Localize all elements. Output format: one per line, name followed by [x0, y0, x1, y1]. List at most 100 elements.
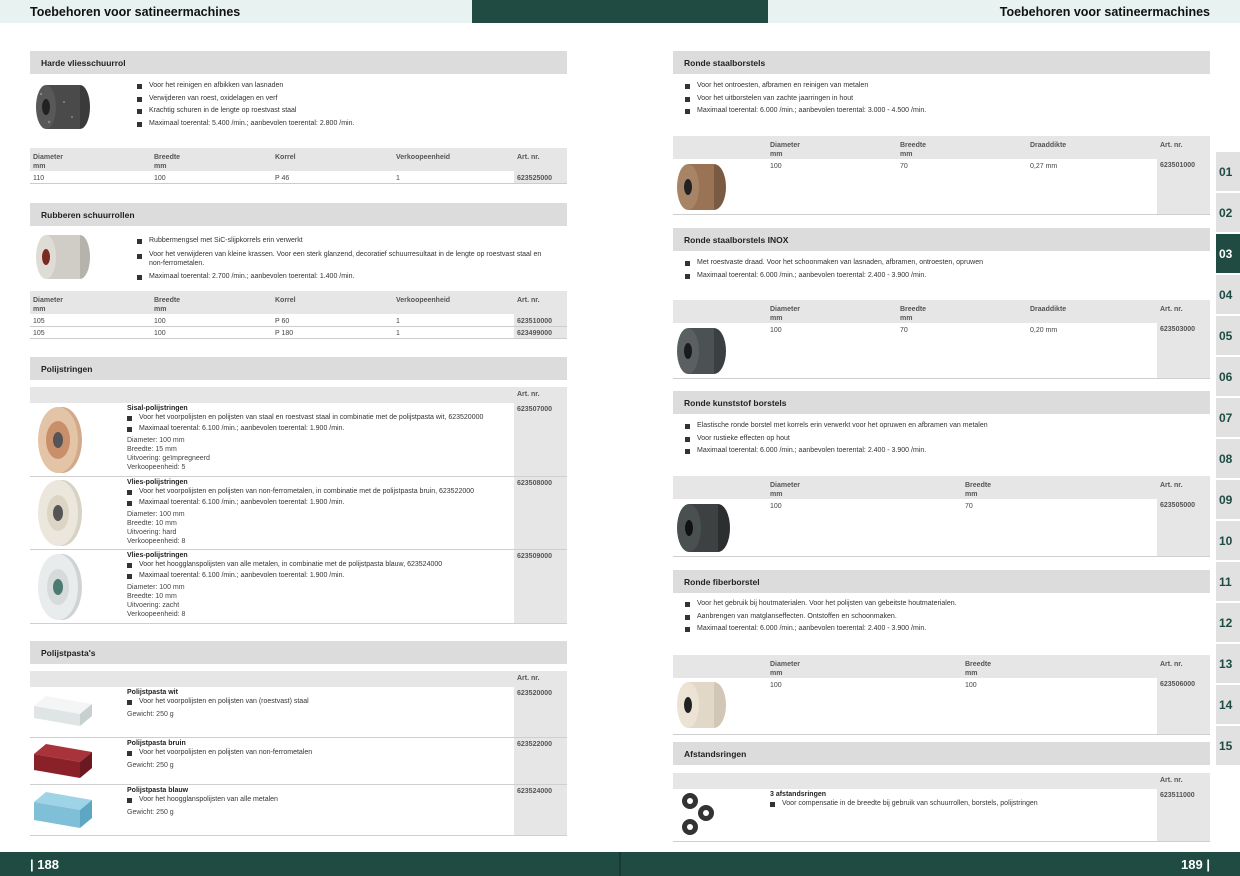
rubber-roll-image — [36, 235, 90, 279]
section-title-harde-vliesschuurrol: Harde vliesschuurrol — [30, 51, 567, 74]
row-divider — [673, 734, 1210, 735]
product-polijstpasta-wit: Polijstpasta wit Voor het voorpolijsten … — [127, 689, 512, 719]
art-nr: 623508000 — [517, 480, 553, 487]
feature-bullet: Maximaal toerental: 5.400 /min.; aanbevo… — [137, 118, 557, 131]
chapter-tab-09[interactable]: 09 — [1216, 480, 1240, 519]
afstandsringen-image — [682, 793, 714, 835]
section-title-ronde-fiberborstel: Ronde fiberborstel — [673, 570, 1210, 593]
row-divider — [30, 784, 567, 785]
polijstpasta-bruin-image — [34, 744, 92, 778]
feature-bullet: Voor het verwijderen van kleine krassen.… — [137, 250, 557, 268]
page-header: Toebehoren voor satineermachines Toebeho… — [0, 0, 1240, 23]
col-diameter-unit: mm — [33, 163, 46, 170]
staalborstel-image — [677, 164, 726, 210]
product-vlies-polijstringen-zacht: Vlies-polijstringen Voor het hoogglanspo… — [127, 552, 512, 619]
col-breedte-unit: mm — [154, 163, 167, 170]
chapter-tab-15[interactable]: 15 — [1216, 726, 1240, 765]
chapter-tab-01[interactable]: 01 — [1216, 152, 1240, 191]
rubber-features: Rubbermengsel met SiC-slijpkorrels erin … — [137, 235, 557, 283]
vlies-ring-hard-image — [38, 480, 82, 546]
row-divider — [30, 835, 567, 836]
section-title-ronde-staalborstels-inox: Ronde staalborstels INOX — [673, 228, 1210, 251]
art-nr: 623525000 — [517, 175, 553, 182]
row-divider — [673, 841, 1210, 842]
row-divider — [30, 737, 567, 738]
chapter-tab-11[interactable]: 11 — [1216, 562, 1240, 601]
row-divider — [673, 556, 1210, 557]
polijstpasta-blauw-image — [34, 792, 92, 828]
chapter-tab-08[interactable]: 08 — [1216, 439, 1240, 478]
product-vlies-polijstringen-hard: Vlies-polijstringen Voor het voorpolijst… — [127, 479, 512, 546]
chapter-tab-03[interactable]: 03 — [1216, 234, 1240, 273]
row-divider — [30, 476, 567, 477]
polij-table-header — [30, 387, 514, 403]
chapter-tab-14[interactable]: 14 — [1216, 685, 1240, 724]
kunststof-features: Elastische ronde borstel met korrels eri… — [685, 420, 1205, 458]
art-nr: 623510000 — [517, 318, 553, 325]
vlies-ring-zacht-image — [38, 554, 82, 620]
art-nr: 623499000 — [517, 330, 553, 337]
fiber-table-header: Diameter mm Breedte mm Art. nr. — [673, 655, 1210, 678]
header-accent-bar — [472, 0, 768, 23]
product-polijstpasta-blauw: Polijstpasta blauw Voor het hoogglanspol… — [127, 787, 512, 817]
product-sisal-polijstringen: Sisal-polijstringen Voor het voorpolijst… — [127, 405, 512, 472]
feature-bullet: Rubbermengsel met SiC-slijpkorrels erin … — [137, 235, 557, 248]
rubber-table-header: Diameter mm Breedte mm Korrel Verkoopeen… — [30, 291, 567, 314]
header-title-left: Toebehoren voor satineermachines — [30, 5, 241, 19]
product-polijstpasta-bruin: Polijstpasta bruin Voor het voorpolijste… — [127, 740, 512, 770]
kunststof-table-header: Diameter mm Breedte mm Art. nr. — [673, 476, 1210, 499]
chapter-tab-06[interactable]: 06 — [1216, 357, 1240, 396]
inox-table-header: Diameter mm Breedte mm Draaddikte Art. n… — [673, 300, 1210, 323]
row-divider — [673, 214, 1210, 215]
art-nr: 623501000 — [1160, 162, 1196, 169]
chapter-tab-05[interactable]: 05 — [1216, 316, 1240, 355]
table-row: 105 100 P 60 1 623510000 — [30, 314, 567, 327]
section-title-polijstpastas: Polijstpasta's — [30, 641, 567, 664]
fiberborstel-image — [677, 682, 726, 728]
section-title-afstandsringen: Afstandsringen — [673, 742, 1210, 765]
chapter-tab-10[interactable]: 10 — [1216, 521, 1240, 560]
section-title-polijstringen: Polijstringen — [30, 357, 567, 380]
page-footer: | 188 189 | — [0, 852, 1240, 876]
art-nr: 623505000 — [1160, 502, 1196, 509]
art-nr: 623522000 — [517, 741, 553, 748]
art-nr: 623503000 — [1160, 326, 1196, 333]
chapter-tab-12[interactable]: 12 — [1216, 603, 1240, 642]
col-art-nr: Art. nr. — [517, 154, 540, 161]
feature-bullet: Maximaal toerental: 2.700 /min.; aanbevo… — [137, 271, 557, 284]
section-title-ronde-staalborstels: Ronde staalborstels — [673, 51, 1210, 74]
vliesschuurrol-table-header: Diameter mm Breedte mm Korrel Verkoopeen… — [30, 148, 567, 171]
chapter-tab-04[interactable]: 04 — [1216, 275, 1240, 314]
chapter-tabs: 01 02 03 04 05 06 07 08 09 10 11 12 13 1… — [1216, 152, 1240, 767]
product-afstandsringen: 3 afstandsringen Voor compensatie in de … — [770, 791, 1150, 809]
col-breedte: Breedte — [154, 154, 181, 161]
sisal-ring-image — [38, 407, 82, 473]
section-title-ronde-kunststof-borstels: Ronde kunststof borstels — [673, 391, 1210, 414]
chapter-tab-02[interactable]: 02 — [1216, 193, 1240, 232]
page-number-left: | 188 — [30, 857, 59, 872]
footer-separator — [619, 852, 621, 876]
afstandsringen-table-header — [673, 773, 1157, 789]
chapter-tab-13[interactable]: 13 — [1216, 644, 1240, 683]
chapter-tab-07[interactable]: 07 — [1216, 398, 1240, 437]
art-nr: 623509000 — [517, 553, 553, 560]
vliesschuurrol-features: Voor het reinigen en afbikken van lasnad… — [137, 80, 557, 130]
art-nr: 623524000 — [517, 788, 553, 795]
row-divider — [673, 378, 1210, 379]
art-column-bg — [514, 387, 567, 623]
feature-bullet: Verwijderen van roest, oxidelagen en ver… — [137, 93, 557, 106]
header-title-right: Toebehoren voor satineermachines — [999, 5, 1210, 19]
inox-borstel-image — [677, 328, 726, 374]
inox-features: Met roestvaste draad. Voor het schoonmak… — [685, 257, 1205, 282]
feature-bullet: Krachtig schuren in de lengte op roestva… — [137, 105, 557, 118]
fiber-features: Voor het gebruik bij houtmaterialen. Voo… — [685, 598, 1205, 636]
col-art-nr: Art. nr. — [517, 391, 540, 398]
row-divider — [30, 623, 567, 624]
vliesschuurrol-image — [36, 85, 90, 129]
table-row: 110 100 P 46 1 623525000 — [30, 171, 567, 184]
art-nr: 623507000 — [517, 406, 553, 413]
art-nr: 623511000 — [1160, 792, 1195, 799]
col-art-nr: Art. nr. — [1160, 777, 1183, 784]
polijstpasta-wit-image — [34, 696, 92, 726]
staalborstels-features: Voor het ontroesten, afbramen en reinige… — [685, 80, 1205, 118]
